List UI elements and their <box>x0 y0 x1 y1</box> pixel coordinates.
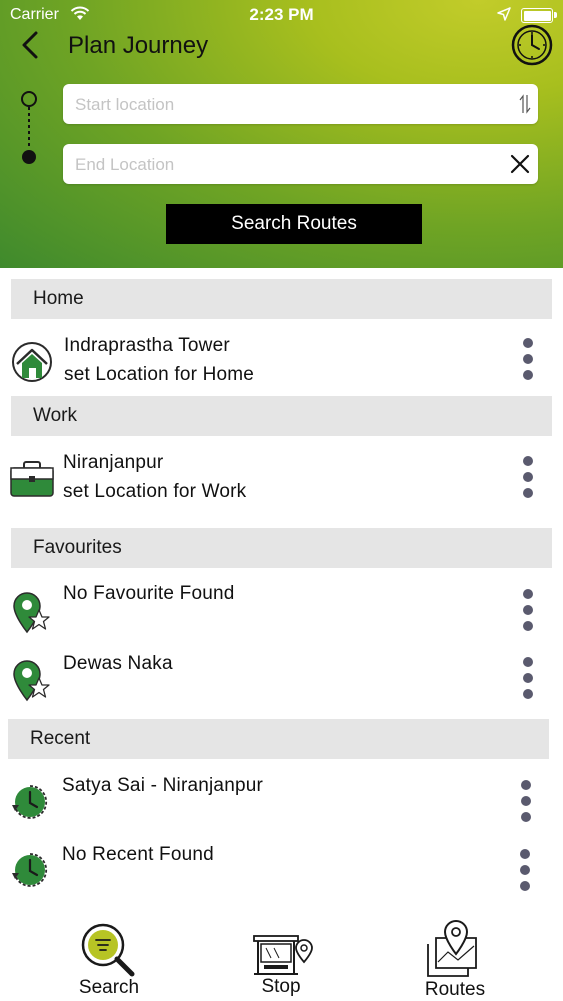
battery-icon <box>521 8 557 23</box>
list-item-home[interactable]: Indraprastha Tower set Location for Home <box>0 321 563 393</box>
tab-stop-label: Stop <box>261 976 301 997</box>
page-title: Plan Journey <box>68 32 209 59</box>
map-pin-icon <box>427 920 477 977</box>
tab-routes-label: Routes <box>424 979 486 1000</box>
more-options-icon[interactable] <box>515 849 535 899</box>
end-location-field[interactable] <box>63 144 538 186</box>
bus-stop-icon <box>253 935 313 975</box>
home-icon <box>12 342 52 382</box>
section-header-favourites: Favourites <box>11 528 552 568</box>
start-location-field[interactable] <box>63 84 538 126</box>
search-routes-button[interactable]: Search Routes <box>166 204 422 244</box>
tab-stop[interactable]: Stop <box>226 916 336 1000</box>
list-item-recent[interactable]: No Recent Found <box>0 832 563 902</box>
start-location-input[interactable] <box>73 84 507 126</box>
clock-time: 2:23 PM <box>249 5 314 24</box>
recent-route-name: No Recent Found <box>62 844 214 865</box>
home-location-name: Indraprastha Tower <box>64 335 230 356</box>
favourite-name: Dewas Naka <box>63 653 173 674</box>
briefcase-icon <box>10 461 54 497</box>
tab-search-label: Search <box>78 977 140 998</box>
list-item-recent[interactable]: Satya Sai - Niranjanpur <box>0 762 563 832</box>
tab-routes[interactable]: Routes <box>400 916 510 1000</box>
status-bar: Carrier 2:23 PM <box>0 0 563 30</box>
back-button[interactable] <box>14 28 48 62</box>
swap-icon[interactable] <box>518 93 532 115</box>
favourite-pin-icon <box>13 660 50 702</box>
header: Carrier 2:23 PM Plan Journey Start locat… <box>0 0 563 268</box>
home-location-subtitle: set Location for Home <box>64 364 255 385</box>
work-location-subtitle: set Location for Work <box>63 481 247 502</box>
location-arrow-icon <box>497 7 511 21</box>
more-options-icon[interactable] <box>518 456 538 506</box>
recent-clock-icon <box>12 785 48 819</box>
route-indicator-icon <box>21 91 37 164</box>
end-location-input[interactable] <box>73 144 507 186</box>
section-header-recent: Recent <box>8 719 549 759</box>
list-item-favourite[interactable]: Dewas Naka <box>0 640 563 710</box>
recent-route-name: Satya Sai - Niranjanpur <box>62 775 264 796</box>
favourite-name: No Favourite Found <box>63 583 235 604</box>
list-item-work[interactable]: Niranjanpur set Location for Work <box>0 438 563 518</box>
clock-icon[interactable] <box>511 24 553 66</box>
more-options-icon[interactable] <box>516 780 536 830</box>
more-options-icon[interactable] <box>518 338 538 388</box>
tab-search[interactable]: Search <box>54 916 164 1000</box>
close-icon[interactable] <box>508 152 532 176</box>
more-options-icon[interactable] <box>518 589 538 639</box>
favourite-pin-icon <box>13 592 50 634</box>
search-icon <box>81 923 135 977</box>
recent-clock-icon <box>12 853 48 887</box>
more-options-icon[interactable] <box>518 657 538 707</box>
section-header-work: Work <box>11 396 552 436</box>
list-item-favourite[interactable]: No Favourite Found <box>0 570 563 640</box>
work-location-name: Niranjanpur <box>63 452 164 473</box>
section-header-home: Home <box>11 279 552 319</box>
